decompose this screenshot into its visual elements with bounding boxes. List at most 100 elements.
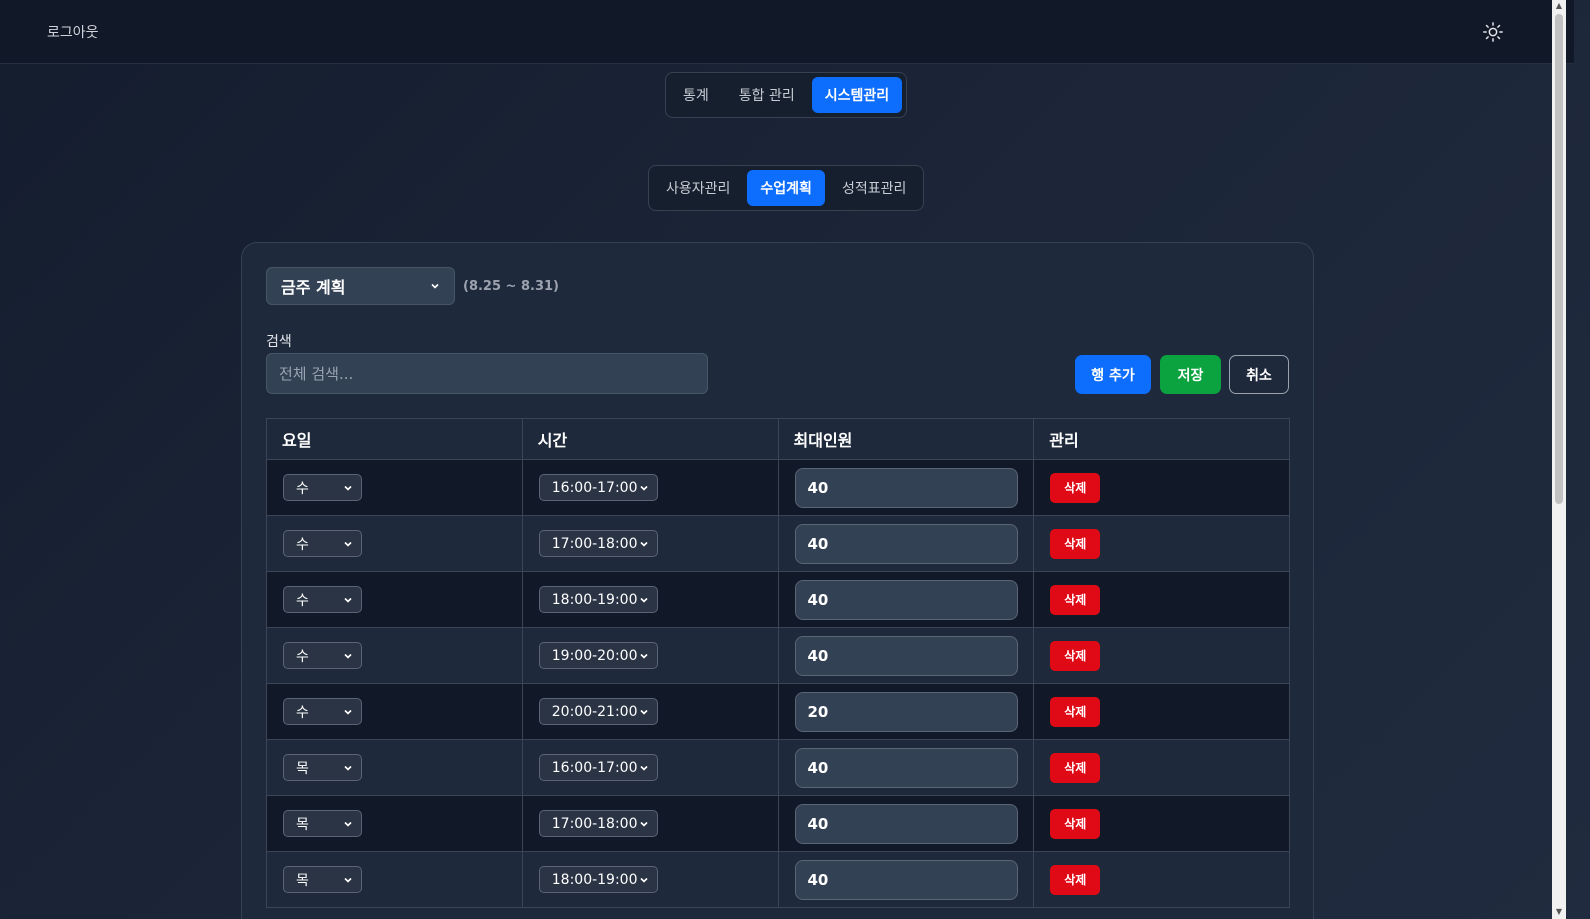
tab-system-management[interactable]: 시스템관리 xyxy=(811,77,903,113)
scroll-up-arrow[interactable]: ▲ xyxy=(1555,2,1563,10)
day-select-value: 수 xyxy=(296,480,309,497)
manage-cell: 삭제 xyxy=(1033,515,1290,572)
day-select[interactable]: 수 xyxy=(283,642,362,669)
max-capacity-input[interactable]: 40 xyxy=(794,803,1018,844)
max-capacity-cell: 40 xyxy=(777,851,1035,908)
table-row: 목 18:00-19:00 40 삭제 xyxy=(266,851,1290,908)
delete-button[interactable]: 삭제 xyxy=(1050,528,1101,559)
scroll-thumb[interactable] xyxy=(1555,14,1563,504)
table-row: 수 16:00-17:00 40 삭제 xyxy=(266,459,1290,516)
tab-class-plan[interactable]: 수업계획 xyxy=(747,170,825,206)
max-capacity-cell: 40 xyxy=(777,515,1035,572)
day-select-value: 수 xyxy=(296,592,309,609)
top-bar: 로그아웃 xyxy=(0,0,1574,64)
week-plan-select[interactable]: 금주 계획 xyxy=(266,267,455,305)
chevron-down-icon xyxy=(640,709,648,715)
max-capacity-cell: 40 xyxy=(777,571,1035,628)
delete-button[interactable]: 삭제 xyxy=(1050,640,1101,671)
delete-button[interactable]: 삭제 xyxy=(1050,752,1101,783)
day-cell: 수 xyxy=(266,515,523,572)
time-cell: 16:00-17:00 xyxy=(521,739,779,796)
cancel-button[interactable]: 취소 xyxy=(1229,355,1289,394)
time-select[interactable]: 16:00-17:00 xyxy=(538,474,658,501)
chevron-down-icon xyxy=(640,541,648,547)
save-button[interactable]: 저장 xyxy=(1160,355,1221,394)
delete-button[interactable]: 삭제 xyxy=(1050,808,1101,839)
manage-cell: 삭제 xyxy=(1033,459,1290,516)
day-select[interactable]: 수 xyxy=(283,698,362,725)
max-capacity-input[interactable]: 40 xyxy=(794,859,1018,900)
chevron-down-icon xyxy=(344,709,352,715)
search-input[interactable] xyxy=(266,353,708,394)
chevron-down-icon xyxy=(344,877,352,883)
table-row: 수 20:00-21:00 20 삭제 xyxy=(266,683,1290,740)
time-select[interactable]: 18:00-19:00 xyxy=(538,866,658,893)
chevron-down-icon xyxy=(640,765,648,771)
delete-button[interactable]: 삭제 xyxy=(1050,864,1101,895)
time-cell: 19:00-20:00 xyxy=(521,627,779,684)
tab-integrated-management[interactable]: 통합 관리 xyxy=(726,77,808,113)
date-range: (8.25 ~ 8.31) xyxy=(463,279,559,294)
time-select[interactable]: 17:00-18:00 xyxy=(538,810,658,837)
time-select-value: 16:00-17:00 xyxy=(551,479,638,496)
max-capacity-input[interactable]: 40 xyxy=(794,523,1018,564)
tab-report-card-management[interactable]: 성적표관리 xyxy=(829,170,919,206)
delete-button[interactable]: 삭제 xyxy=(1050,472,1101,503)
class-plan-table: 요일 시간 최대인원 관리 수 16:00-17:00 40 삭제 수 17:00-18:… xyxy=(266,418,1290,908)
max-capacity-input[interactable]: 40 xyxy=(794,747,1018,788)
delete-button[interactable]: 삭제 xyxy=(1050,584,1101,615)
day-select-value: 수 xyxy=(296,648,309,665)
tab-user-management[interactable]: 사용자관리 xyxy=(653,170,743,206)
day-select-value: 목 xyxy=(296,872,309,889)
table-row: 목 17:00-18:00 40 삭제 xyxy=(266,795,1290,852)
page-scrollbar[interactable]: ▲ ▼ xyxy=(1552,0,1566,919)
day-cell: 수 xyxy=(266,627,523,684)
chevron-down-icon xyxy=(431,283,439,289)
time-select-value: 17:00-18:00 xyxy=(551,815,638,832)
scroll-down-arrow[interactable]: ▼ xyxy=(1555,908,1563,916)
sub-tab-bar: 사용자관리 수업계획 성적표관리 xyxy=(648,165,925,211)
time-select[interactable]: 18:00-19:00 xyxy=(538,586,658,613)
header-day: 요일 xyxy=(266,418,523,460)
time-select-value: 20:00-21:00 xyxy=(551,703,638,720)
day-select[interactable]: 목 xyxy=(283,754,362,781)
time-cell: 17:00-18:00 xyxy=(521,795,779,852)
day-cell: 목 xyxy=(266,851,523,908)
tab-statistics[interactable]: 통계 xyxy=(670,77,722,113)
chevron-down-icon xyxy=(640,653,648,659)
time-select[interactable]: 20:00-21:00 xyxy=(538,698,658,725)
chevron-down-icon xyxy=(344,597,352,603)
time-cell: 18:00-19:00 xyxy=(521,571,779,628)
time-select[interactable]: 19:00-20:00 xyxy=(538,642,658,669)
logout-link[interactable]: 로그아웃 xyxy=(47,22,99,42)
day-select[interactable]: 수 xyxy=(283,474,362,501)
max-capacity-input[interactable]: 40 xyxy=(794,579,1018,620)
day-cell: 수 xyxy=(266,459,523,516)
time-select-value: 18:00-19:00 xyxy=(551,871,638,888)
max-capacity-input[interactable]: 20 xyxy=(794,691,1018,732)
chevron-down-icon xyxy=(640,821,648,827)
manage-cell: 삭제 xyxy=(1033,851,1290,908)
sun-icon[interactable] xyxy=(1482,21,1504,43)
max-capacity-cell: 40 xyxy=(777,627,1035,684)
day-select[interactable]: 수 xyxy=(283,530,362,557)
week-plan-select-value: 금주 계획 xyxy=(281,278,346,297)
search-label: 검색 xyxy=(266,334,292,350)
day-select[interactable]: 목 xyxy=(283,866,362,893)
time-select[interactable]: 16:00-17:00 xyxy=(538,754,658,781)
time-select[interactable]: 17:00-18:00 xyxy=(538,530,658,557)
time-select-value: 16:00-17:00 xyxy=(551,759,638,776)
day-cell: 수 xyxy=(266,683,523,740)
add-row-button[interactable]: 행 추가 xyxy=(1075,355,1151,394)
delete-button[interactable]: 삭제 xyxy=(1050,696,1101,727)
chevron-down-icon xyxy=(640,597,648,603)
main-tab-bar: 통계 통합 관리 시스템관리 xyxy=(665,72,908,118)
header-max-capacity: 최대인원 xyxy=(777,418,1035,460)
day-select[interactable]: 수 xyxy=(283,586,362,613)
max-capacity-input[interactable]: 40 xyxy=(794,635,1018,676)
chevron-down-icon xyxy=(344,653,352,659)
day-select[interactable]: 목 xyxy=(283,810,362,837)
max-capacity-cell: 20 xyxy=(777,683,1035,740)
time-select-value: 17:00-18:00 xyxy=(551,535,638,552)
max-capacity-input[interactable]: 40 xyxy=(794,467,1018,508)
